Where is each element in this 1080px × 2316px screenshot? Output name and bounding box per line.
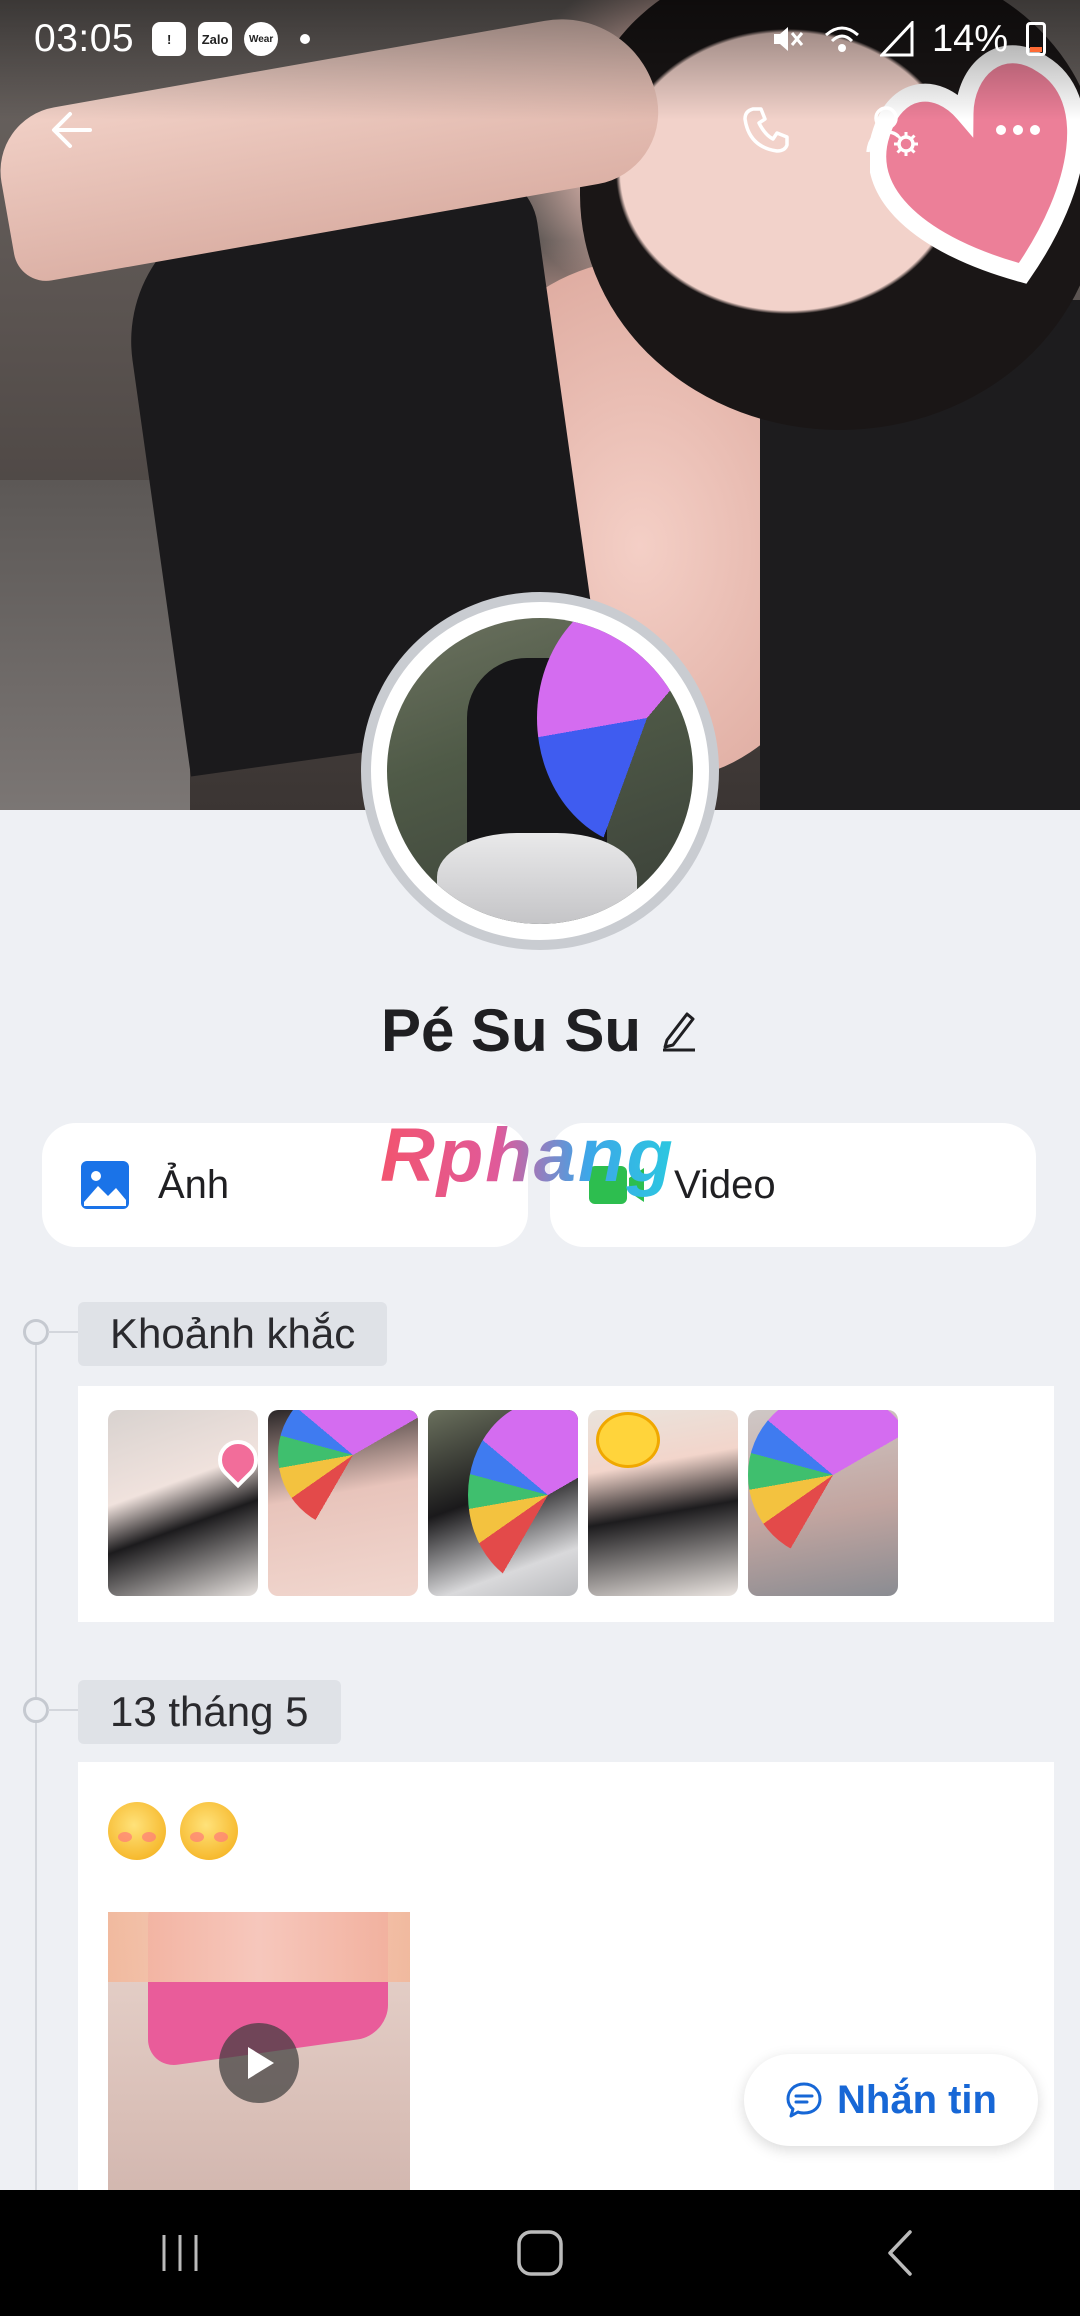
post-caption — [108, 1802, 238, 1860]
kiss-emoji-icon — [108, 1802, 166, 1860]
rainbow-sticker-icon — [278, 1410, 418, 1530]
home-button[interactable] — [480, 2203, 600, 2303]
more-options-button[interactable] — [978, 90, 1058, 170]
moment-thumbnail[interactable] — [268, 1410, 418, 1596]
recents-icon — [162, 2235, 198, 2271]
avatar — [387, 618, 693, 924]
post-date-label: 13 tháng 5 — [78, 1680, 341, 1744]
profile-name-row: Pé Su Su — [0, 990, 1080, 1070]
moments-section-title: Khoảnh khắc — [78, 1302, 388, 1366]
pencil-icon[interactable] — [659, 1008, 699, 1052]
wifi-icon — [824, 26, 859, 52]
alert-notification-icon: ! — [152, 22, 187, 56]
call-button[interactable] — [726, 90, 806, 170]
status-time: 03:05 — [34, 17, 135, 60]
signal-icon — [879, 21, 914, 57]
user-settings-icon — [866, 106, 918, 156]
home-icon — [517, 2230, 563, 2276]
kiss-emoji-icon — [180, 1802, 238, 1860]
watermark-logo: Rphang — [380, 1113, 675, 1198]
moments-card — [78, 1386, 1054, 1622]
battery-icon — [1026, 22, 1046, 56]
system-icons: 14% — [768, 18, 1046, 61]
avatar-frame[interactable] — [361, 592, 719, 950]
timeline-node-moments — [23, 1319, 106, 1345]
timeline-node-date — [23, 1697, 106, 1723]
moment-thumbnail[interactable] — [588, 1410, 738, 1596]
more-horizontal-icon — [996, 125, 1040, 135]
image-icon — [81, 1161, 129, 1209]
heart-sticker-icon — [209, 1431, 258, 1489]
videos-label: Video — [674, 1162, 776, 1207]
mute-icon — [773, 27, 804, 51]
play-button[interactable] — [219, 2023, 299, 2103]
chat-bubble-icon — [786, 2082, 822, 2118]
back-icon — [888, 2230, 912, 2276]
wear-notification-icon: Wear — [244, 22, 279, 56]
more-notifications-dot-icon — [300, 34, 311, 44]
play-icon — [248, 2047, 274, 2079]
ok-emoji-sticker-icon — [596, 1412, 660, 1468]
notification-icons: ! Zalo Wear — [152, 22, 311, 56]
moment-thumbnail[interactable] — [748, 1410, 898, 1596]
status-bar: 03:05 ! Zalo Wear 14% — [0, 0, 1080, 78]
phone-icon — [743, 107, 789, 153]
timeline-line — [35, 1332, 37, 2232]
rainbow-sticker-icon — [748, 1410, 898, 1560]
hands-sticker-shape — [108, 1912, 410, 1982]
profile-settings-button[interactable] — [852, 90, 932, 170]
nav-back-button[interactable] — [840, 2203, 960, 2303]
profile-name: Pé Su Su — [380, 996, 642, 1064]
photos-label: Ảnh — [158, 1162, 230, 1207]
android-nav-bar — [0, 2190, 1080, 2316]
back-button[interactable] — [32, 90, 112, 170]
battery-percent: 14% — [931, 17, 1008, 60]
zalo-notification-icon: Zalo — [198, 22, 233, 56]
arrow-left-icon — [52, 112, 92, 148]
message-button[interactable]: Nhắn tin — [744, 2054, 1038, 2146]
profile-top-nav — [0, 90, 1080, 170]
recents-button[interactable] — [120, 2203, 240, 2303]
moment-thumbnail[interactable] — [108, 1410, 258, 1596]
message-button-label: Nhắn tin — [837, 2077, 997, 2122]
avatar-figure-skirt — [437, 833, 637, 924]
rainbow-sticker-icon — [468, 1410, 578, 1590]
moment-thumbnail[interactable] — [428, 1410, 578, 1596]
